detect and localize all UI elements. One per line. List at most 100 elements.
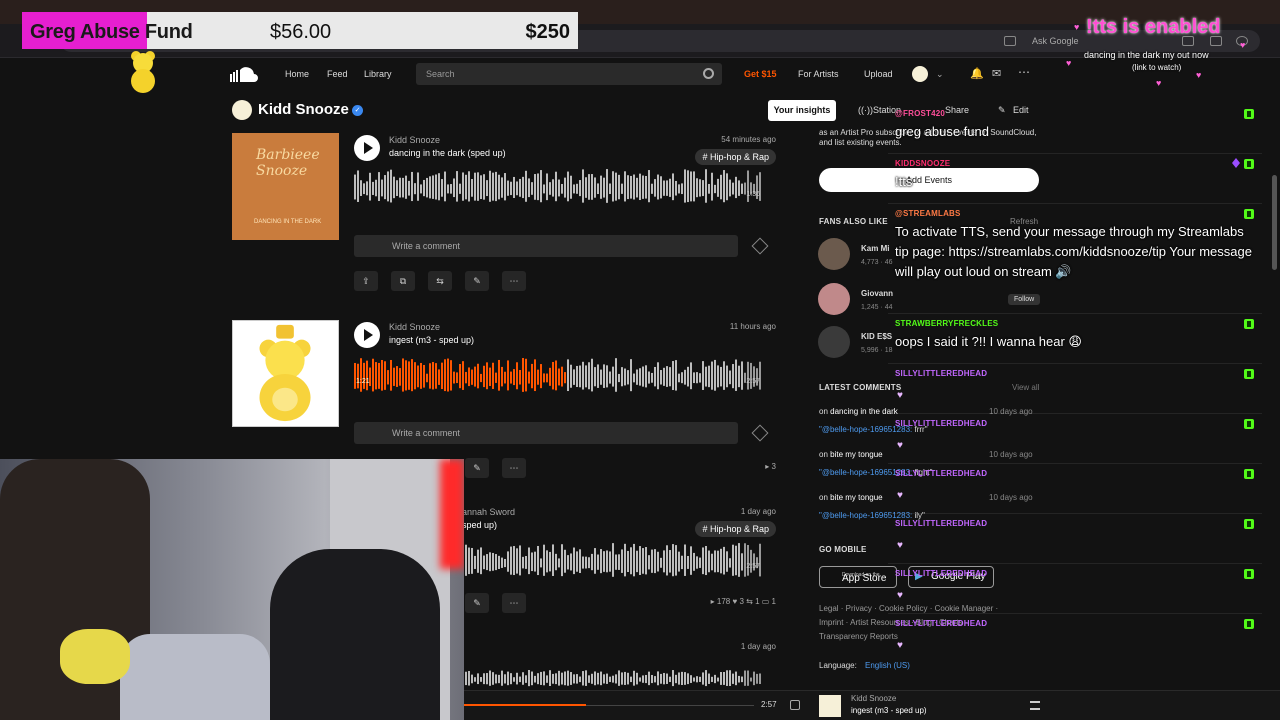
share-icon[interactable]: ⇪	[354, 271, 378, 291]
search-input[interactable]: Search	[416, 63, 722, 85]
nav-for-artists[interactable]: For Artists	[798, 69, 839, 79]
fan-name[interactable]: Kam Mi	[861, 244, 889, 253]
waveform-bar	[597, 554, 599, 570]
waveform-bar	[531, 671, 533, 686]
track-title[interactable]: sped up)	[462, 520, 497, 530]
waveform-bar	[660, 370, 662, 385]
track-artwork[interactable]: Barbieee Snooze DANCING IN THE DARK	[232, 133, 339, 240]
waveform-bar	[588, 675, 590, 683]
nav-library[interactable]: Library	[364, 69, 392, 79]
kick-badge-icon	[1244, 109, 1254, 119]
user-avatar[interactable]	[912, 66, 928, 82]
track-artist[interactable]: Kidd Snooze	[389, 135, 440, 145]
kick-badge-icon	[1244, 369, 1254, 379]
waveform-bar	[471, 547, 473, 574]
soundcloud-logo-icon[interactable]	[230, 66, 262, 82]
profile-avatar[interactable]	[232, 100, 252, 120]
language-selector[interactable]: English (US)	[865, 661, 910, 670]
player-artist[interactable]: Kidd Snooze	[851, 694, 896, 703]
search-icon[interactable]	[703, 68, 714, 79]
waveform-bar	[528, 371, 530, 384]
fan-avatar[interactable]	[818, 283, 850, 315]
app-store-button[interactable]: Download on the App Store	[819, 566, 897, 588]
comment-track-link[interactable]: bite my tongue	[830, 450, 882, 459]
player-artwork[interactable]	[819, 695, 841, 717]
kick-badge-icon	[1244, 209, 1254, 219]
copy-link-icon[interactable]: ⧉	[391, 271, 415, 291]
comment-input[interactable]: Write a comment	[354, 422, 738, 444]
waveform-bar	[681, 372, 683, 384]
player-title[interactable]: ingest (m3 - sped up)	[851, 706, 927, 715]
profile-name[interactable]: Kidd Snooze	[258, 101, 349, 118]
track-title[interactable]: dancing in the dark (sped up)	[389, 148, 506, 158]
play-button[interactable]	[354, 135, 380, 161]
your-insights-button[interactable]: Your insights	[768, 100, 836, 121]
edit-icon[interactable]: ✎	[465, 593, 489, 613]
fan-avatar[interactable]	[818, 238, 850, 270]
waveform-bar	[498, 674, 500, 684]
scrollbar[interactable]	[1272, 175, 1277, 270]
waveform-bar	[501, 670, 503, 686]
cam-bag	[120, 634, 270, 720]
nav-feed[interactable]: Feed	[327, 69, 348, 79]
play-button[interactable]	[354, 322, 380, 348]
comment-track-link[interactable]: bite my tongue	[830, 493, 882, 502]
send-icon[interactable]	[751, 237, 769, 255]
ask-google-button[interactable]: Ask Google	[1032, 36, 1079, 46]
mail-icon[interactable]: ✉	[992, 67, 1001, 80]
waveform[interactable]	[354, 358, 762, 400]
more-icon[interactable]: ⋯	[502, 458, 526, 478]
more-icon[interactable]: ⋯	[502, 593, 526, 613]
waveform-bar	[543, 373, 545, 383]
waveform-bar	[591, 358, 593, 392]
queue-icon[interactable]	[1030, 701, 1040, 710]
waveform-bar	[369, 172, 371, 201]
waveform[interactable]	[354, 169, 762, 211]
waveform-bar	[549, 670, 551, 687]
nav-home[interactable]: Home	[285, 69, 309, 79]
more-icon[interactable]: ⋯	[1018, 65, 1030, 79]
repost-icon[interactable]: ⇆	[428, 271, 452, 291]
bell-icon[interactable]: 🔔	[970, 67, 984, 80]
waveform-bar	[480, 373, 482, 383]
more-icon[interactable]: ⋯	[502, 271, 526, 291]
waveform-bar	[687, 366, 689, 387]
track-artist[interactable]: annah Sword	[462, 507, 515, 517]
get-15-link[interactable]: Get $15	[744, 69, 777, 79]
waveform-bar	[732, 544, 734, 576]
waveform-bar	[408, 180, 410, 196]
waveform-bar	[681, 555, 683, 570]
waveform-bar	[504, 558, 506, 568]
chevron-down-icon[interactable]: ⌄	[936, 69, 944, 80]
waveform-bar	[540, 170, 542, 203]
waveform-bar	[411, 171, 413, 202]
soundcloud-header: Home Feed Library Search Get $15 For Art…	[226, 60, 1056, 88]
waveform-bar	[465, 174, 467, 200]
send-icon[interactable]	[751, 424, 769, 442]
track-artist[interactable]: Kidd Snooze	[389, 322, 440, 332]
waveform-bar	[702, 672, 704, 685]
waveform-bar	[609, 371, 611, 384]
nav-upload[interactable]: Upload	[864, 69, 893, 79]
waveform-bar	[540, 558, 542, 568]
extension-icon[interactable]	[1004, 36, 1016, 46]
track-title[interactable]: ingest (m3 - sped up)	[389, 335, 474, 345]
track-artwork[interactable]	[232, 320, 339, 427]
comment-input[interactable]: Write a comment	[354, 235, 738, 257]
edit-icon[interactable]: ✎	[465, 458, 489, 478]
waveform-bar	[750, 677, 752, 682]
volume-icon[interactable]	[790, 700, 800, 710]
waveform-bar	[573, 674, 575, 684]
edit-icon[interactable]: ✎	[465, 271, 489, 291]
waveform-bar	[732, 364, 734, 389]
play-count: 178	[716, 597, 731, 606]
waveform-bar	[468, 670, 470, 686]
station-icon[interactable]: ((·))	[858, 100, 873, 121]
waveform-bar	[426, 177, 428, 198]
genre-tag[interactable]: # Hip-hop & Rap	[695, 521, 776, 537]
footer-links[interactable]: Transparency Reports	[819, 632, 898, 641]
genre-tag[interactable]: # Hip-hop & Rap	[695, 149, 776, 165]
fan-avatar[interactable]	[818, 326, 850, 358]
waveform-bar	[600, 549, 602, 574]
waveform-bar	[522, 556, 524, 569]
